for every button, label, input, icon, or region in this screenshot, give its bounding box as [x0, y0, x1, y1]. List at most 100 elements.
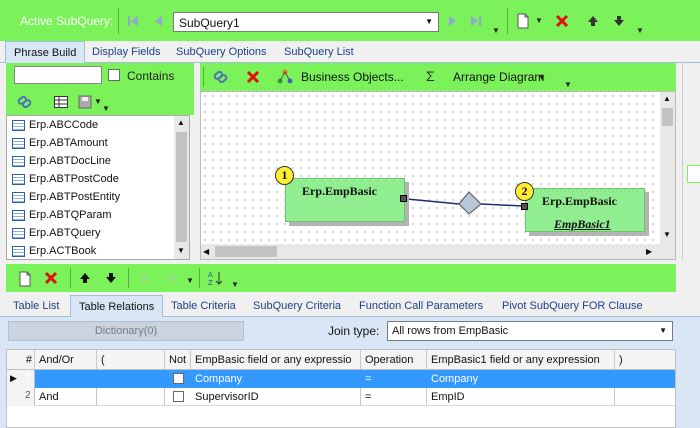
sort-az-icon[interactable]: AZ: [206, 269, 224, 287]
sum-button[interactable]: Σ: [426, 68, 435, 84]
move-up-icon[interactable]: [584, 12, 602, 30]
join-type-select[interactable]: All rows from EmpBasic ▼: [387, 321, 673, 341]
table-view-icon[interactable]: [52, 93, 70, 111]
tab-subquery-options[interactable]: SubQuery Options: [168, 41, 275, 63]
overflow-caret-icon[interactable]: ▼: [492, 26, 500, 35]
list-item[interactable]: Erp.ABTDocLine: [7, 152, 189, 170]
scroll-thumb[interactable]: [215, 246, 277, 257]
andor-cell[interactable]: And: [35, 388, 97, 405]
tab-table-list[interactable]: Table List: [5, 295, 67, 317]
not-checkbox[interactable]: [173, 373, 184, 384]
table-row[interactable]: ▶ 1 Company = Company: [7, 370, 675, 388]
first-icon[interactable]: [124, 12, 142, 30]
node-title: Erp.EmpBasic: [302, 184, 378, 198]
list-item[interactable]: Erp.ABTAmount: [7, 134, 189, 152]
connector-handle[interactable]: [521, 203, 528, 210]
arrange-diagram-button[interactable]: Arrange Diagram: [453, 70, 544, 84]
previous-icon[interactable]: [149, 12, 167, 30]
delete-icon[interactable]: [553, 12, 571, 30]
scroll-down-icon[interactable]: ▼: [663, 230, 671, 239]
scroll-thumb[interactable]: [662, 108, 673, 126]
diagram-scrollbar-horizontal[interactable]: ◀ ▶: [201, 244, 675, 259]
list-item[interactable]: Erp.ABTPostEntity: [7, 188, 189, 206]
tab-subquery-criteria[interactable]: SubQuery Criteria: [245, 295, 349, 317]
field2-cell[interactable]: EmpID: [427, 388, 615, 405]
overflow-caret-icon[interactable]: ▼: [231, 280, 239, 289]
link-icon[interactable]: [212, 68, 230, 86]
list-scrollbar[interactable]: ▲ ▼: [174, 116, 189, 259]
table-node-2[interactable]: Erp.EmpBasic EmpBasic1: [521, 188, 645, 232]
save-dropdown-icon[interactable]: ▼: [94, 97, 102, 106]
list-item[interactable]: Erp.ABTQParam: [7, 206, 189, 224]
overflow-caret-icon[interactable]: ▼: [564, 80, 572, 89]
save-icon[interactable]: [76, 93, 94, 111]
open-paren-cell[interactable]: [97, 370, 165, 387]
next-icon[interactable]: [444, 12, 462, 30]
list-item[interactable]: Erp.ABTQuery: [7, 224, 189, 242]
header-cell[interactable]: EmpBasic field or any expressio: [191, 350, 361, 369]
list-item[interactable]: Erp.ACTBook: [7, 242, 189, 259]
field-cell[interactable]: Company: [191, 370, 361, 387]
andor-cell[interactable]: [35, 370, 97, 387]
move-down-icon[interactable]: [610, 12, 628, 30]
header-cell[interactable]: #: [7, 350, 35, 369]
scroll-thumb[interactable]: [176, 132, 187, 242]
move-up-icon[interactable]: [76, 269, 94, 287]
list-item[interactable]: Erp.ABTPostCode: [7, 170, 189, 188]
overflow-caret-icon[interactable]: ▼: [102, 104, 110, 113]
tab-table-criteria[interactable]: Table Criteria: [163, 295, 244, 317]
delete-icon[interactable]: [244, 68, 262, 86]
indent-left-icon[interactable]: [162, 269, 180, 287]
field2-cell[interactable]: Company: [427, 370, 615, 387]
list-item[interactable]: Erp.ABCCode: [7, 116, 189, 134]
relation-diamond-icon[interactable]: [458, 191, 482, 215]
arrange-dropdown-icon[interactable]: ▼: [538, 73, 546, 82]
table-node-1[interactable]: Erp.EmpBasic: [285, 178, 407, 222]
dictionary-button[interactable]: Dictionary(0): [8, 321, 244, 341]
tab-table-relations[interactable]: Table Relations: [70, 295, 164, 317]
new-document-icon[interactable]: [514, 11, 532, 31]
last-icon[interactable]: [467, 12, 485, 30]
collapsed-panel-tab[interactable]: [687, 165, 700, 183]
close-paren-cell[interactable]: [615, 370, 675, 387]
scroll-left-icon[interactable]: ◀: [203, 247, 209, 256]
diagram-scrollbar-vertical[interactable]: ▲ ▼: [660, 92, 675, 244]
business-objects-icon[interactable]: [276, 68, 294, 86]
new-document-icon[interactable]: [16, 269, 34, 289]
business-objects-button[interactable]: Business Objects...: [301, 70, 404, 84]
tab-display-fields[interactable]: Display Fields: [84, 41, 168, 63]
subquery-select[interactable]: SubQuery1 ▼: [173, 12, 439, 32]
header-cell[interactable]: And/Or: [35, 350, 97, 369]
delete-icon[interactable]: [42, 269, 60, 287]
contains-checkbox[interactable]: [108, 69, 120, 81]
table-search-input[interactable]: [14, 66, 102, 84]
operation-cell[interactable]: =: [361, 370, 427, 387]
diagram-canvas[interactable]: Erp.EmpBasic 1 Erp.EmpBasic EmpBasic1 2 …: [200, 91, 676, 260]
header-cell[interactable]: ): [615, 350, 675, 369]
not-checkbox[interactable]: [173, 391, 184, 402]
operation-cell[interactable]: =: [361, 388, 427, 405]
close-paren-cell[interactable]: [615, 388, 675, 405]
indent-right-icon[interactable]: [136, 269, 154, 287]
header-cell[interactable]: (: [97, 350, 165, 369]
field-cell[interactable]: SupervisorID: [191, 388, 361, 405]
new-dropdown-icon[interactable]: ▼: [535, 16, 543, 25]
tab-subquery-list[interactable]: SubQuery List: [276, 41, 362, 63]
overflow-caret-icon[interactable]: ▼: [636, 26, 644, 35]
move-down-icon[interactable]: [102, 269, 120, 287]
link-icon[interactable]: [16, 93, 34, 111]
tab-phrase-build[interactable]: Phrase Build: [5, 41, 86, 63]
scroll-down-icon[interactable]: ▼: [177, 246, 185, 255]
scroll-up-icon[interactable]: ▲: [663, 94, 671, 103]
overflow-caret-icon[interactable]: ▼: [186, 276, 194, 285]
scroll-right-icon[interactable]: ▶: [646, 247, 652, 256]
open-paren-cell[interactable]: [97, 388, 165, 405]
header-cell[interactable]: Not: [165, 350, 191, 369]
tab-pivot-subquery[interactable]: Pivot SubQuery FOR Clause: [494, 295, 651, 317]
tab-function-call-parameters[interactable]: Function Call Parameters: [351, 295, 491, 317]
scroll-up-icon[interactable]: ▲: [177, 118, 185, 127]
table-row[interactable]: 2 And SupervisorID = EmpID: [7, 388, 675, 406]
connector-handle[interactable]: [400, 195, 407, 202]
header-cell[interactable]: EmpBasic1 field or any expression: [427, 350, 615, 369]
header-cell[interactable]: Operation: [361, 350, 427, 369]
